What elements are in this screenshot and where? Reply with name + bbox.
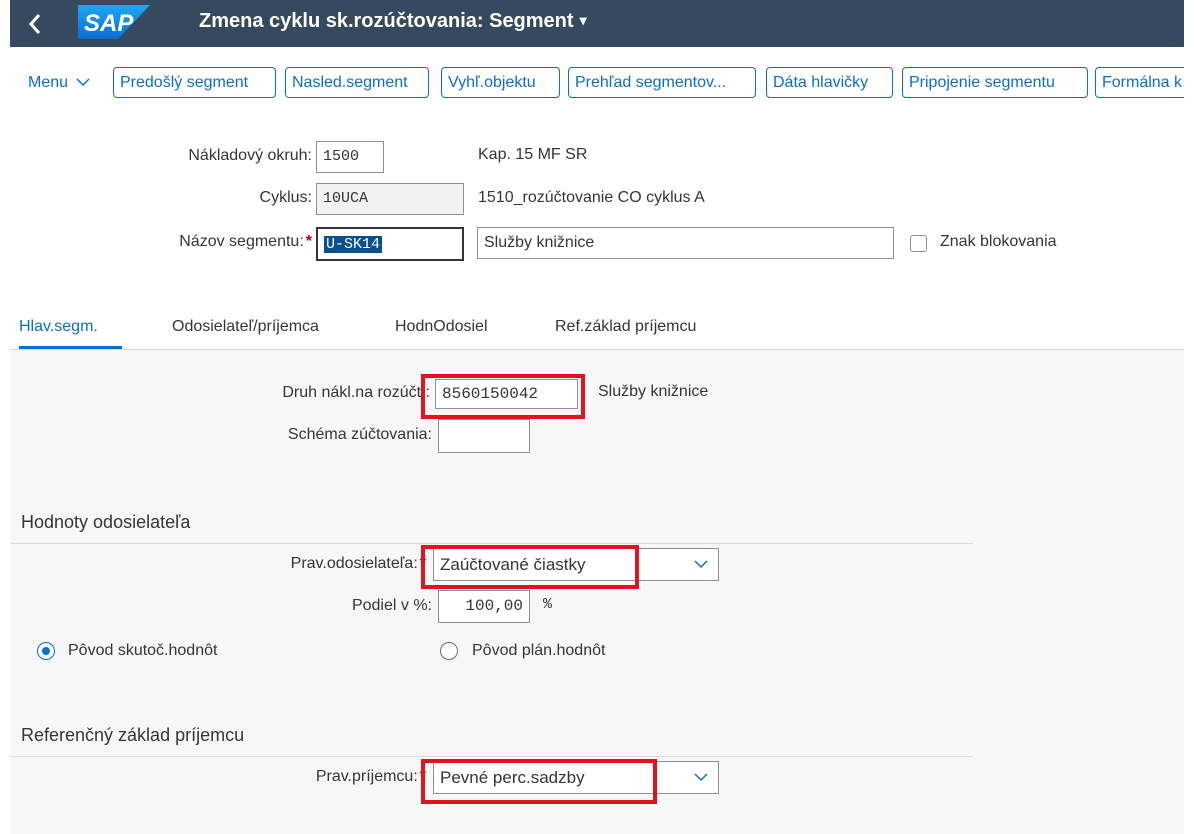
settlement-schema-label: Schéma zúčtovania: bbox=[287, 426, 432, 443]
receiver-rule-value: Pevné perc.sadzby bbox=[440, 768, 585, 787]
chevron-down-icon bbox=[76, 78, 91, 87]
attach-segment-button[interactable]: Pripojenie segmentu bbox=[902, 67, 1088, 98]
cost-element-label: Druh nákl.na rozúčt.: bbox=[282, 384, 430, 401]
cost-element-description: Služby knižnice bbox=[598, 383, 709, 400]
sender-values-divider bbox=[10, 543, 973, 544]
cycle-label: Cyklus: bbox=[259, 189, 312, 206]
actual-values-radio[interactable] bbox=[37, 642, 55, 660]
receiver-rule-label-text: Prav.príjemcu: bbox=[315, 768, 418, 785]
plan-values-radio[interactable] bbox=[440, 642, 458, 660]
tab-sender-receiver[interactable]: Odosielateľ/príjemca bbox=[172, 318, 319, 336]
segment-overview-button[interactable]: Prehľad segmentov... bbox=[568, 67, 756, 98]
back-button[interactable] bbox=[20, 4, 50, 40]
receiver-base-divider bbox=[10, 756, 973, 757]
active-tab-indicator bbox=[19, 346, 122, 349]
required-marker: * bbox=[419, 768, 426, 785]
controlling-area-description: Kap. 15 MF SR bbox=[478, 146, 588, 163]
chevron-down-icon bbox=[694, 549, 708, 580]
segment-name-field[interactable]: U-SK14 bbox=[316, 227, 464, 261]
sender-rule-label-text: Prav.odosielateľa: bbox=[290, 555, 418, 572]
lock-indicator-label: Znak blokovania bbox=[940, 233, 1057, 250]
receiver-base-title: Referenčný základ príjemcu bbox=[21, 725, 245, 745]
formal-check-button[interactable]: Formálna k bbox=[1095, 67, 1184, 98]
required-marker: * bbox=[305, 233, 312, 250]
plan-values-label: Pôvod plán.hodnôt bbox=[472, 642, 606, 659]
required-marker: * bbox=[419, 555, 426, 572]
settlement-schema-field[interactable] bbox=[438, 419, 530, 453]
sender-values-title: Hodnoty odosielateľa bbox=[21, 512, 191, 532]
shell-bar bbox=[10, 0, 1184, 47]
controlling-area-field[interactable]: 1500 bbox=[316, 141, 384, 173]
controlling-area-label: Nákladový okruh: bbox=[188, 147, 312, 164]
share-unit: % bbox=[543, 596, 553, 613]
radio-selected-dot bbox=[42, 647, 50, 655]
menu-label: Menu bbox=[28, 74, 69, 91]
chevron-down-icon bbox=[694, 762, 708, 793]
receiver-rule-dropdown[interactable]: Pevné perc.sadzby bbox=[433, 761, 719, 794]
chevron-left-icon bbox=[28, 14, 41, 34]
segment-name-label: Názov segmentu: * bbox=[120, 233, 312, 251]
menu-button[interactable]: Menu bbox=[28, 68, 91, 98]
previous-segment-button[interactable]: Predošlý segment bbox=[113, 67, 276, 98]
sap-logo-text: SAP bbox=[84, 10, 134, 37]
app-title-text: Zmena cyklu sk.rozúčtovania: Segment bbox=[199, 10, 574, 32]
tab-receiver-base[interactable]: Ref.základ príjemcu bbox=[555, 318, 696, 336]
next-segment-button[interactable]: Nasled.segment bbox=[285, 67, 429, 98]
share-label: Podiel v %: bbox=[351, 597, 432, 614]
sender-rule-label: Prav.odosielateľa: * bbox=[200, 555, 426, 573]
share-field[interactable]: 100,00 bbox=[438, 590, 530, 623]
sap-logo: SAP bbox=[78, 5, 150, 39]
tab-sender-values[interactable]: HodnOdosiel bbox=[395, 318, 488, 336]
segment-description-field[interactable]: Služby knižnice bbox=[477, 227, 894, 259]
receiver-rule-label: Prav.príjemcu: * bbox=[240, 768, 426, 786]
lock-indicator-checkbox[interactable] bbox=[910, 235, 927, 252]
header-data-button[interactable]: Dáta hlavičky bbox=[766, 67, 893, 98]
title-dropdown-icon: ▾ bbox=[579, 12, 587, 28]
sender-rule-value: Zaúčtované čiastky bbox=[440, 555, 586, 574]
segment-name-label-text: Názov segmentu: bbox=[179, 233, 304, 250]
cycle-field: 10UCA bbox=[316, 183, 464, 215]
cost-element-field[interactable]: 8560150042 bbox=[435, 379, 578, 409]
tab-main-segment[interactable]: Hlav.segm. bbox=[19, 318, 98, 336]
app-title[interactable]: Zmena cyklu sk.rozúčtovania: Segment ▾ bbox=[199, 10, 587, 33]
actual-values-label: Pôvod skutoč.hodnôt bbox=[68, 642, 218, 659]
cycle-description: 1510_rozúčtovanie CO cyklus A bbox=[478, 189, 705, 206]
sender-rule-dropdown[interactable]: Zaúčtované čiastky bbox=[433, 548, 719, 581]
segment-name-value: U-SK14 bbox=[324, 236, 383, 253]
search-object-button[interactable]: Vyhľ.objektu bbox=[441, 67, 560, 98]
